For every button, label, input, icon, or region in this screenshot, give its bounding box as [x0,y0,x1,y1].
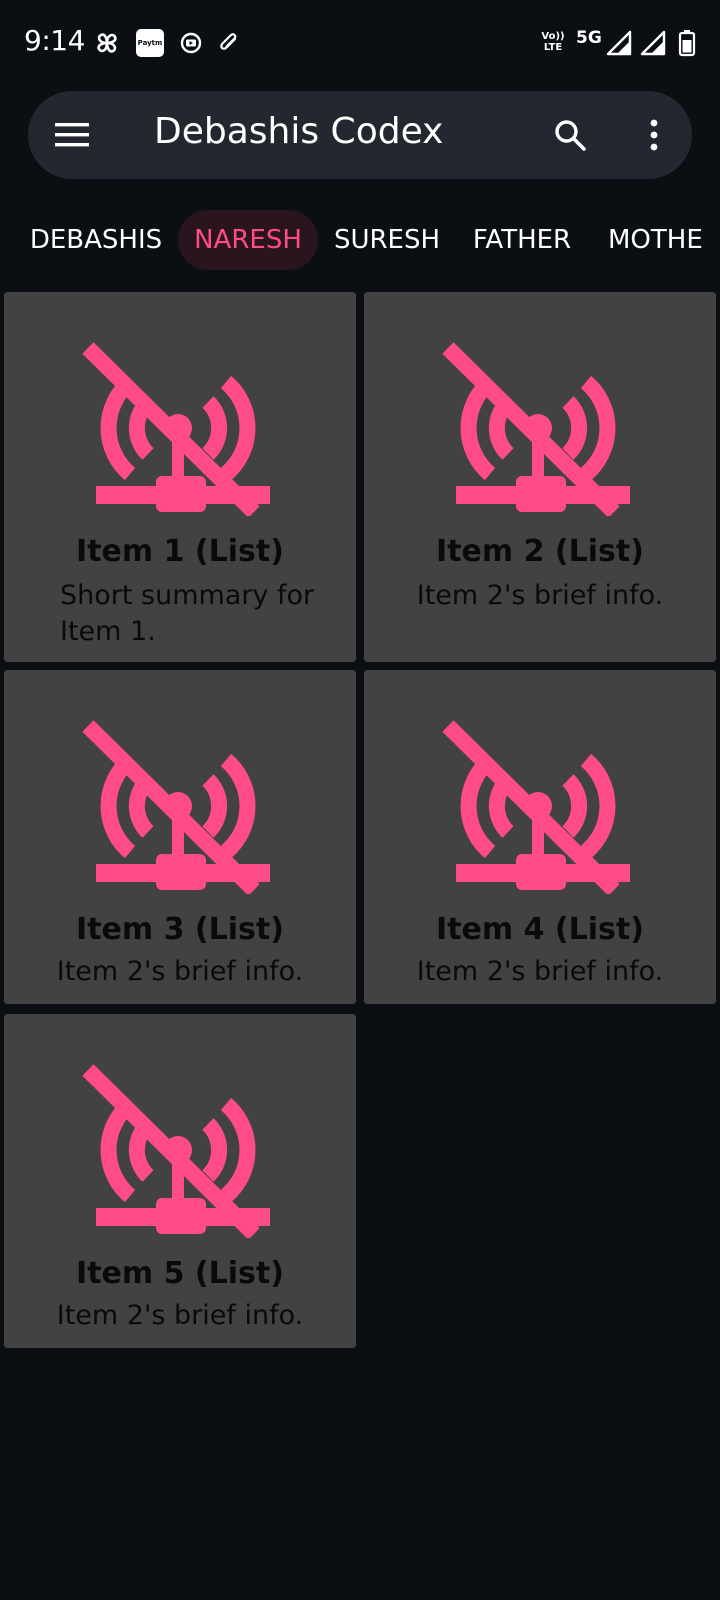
volte-top-label: Vo)) [541,31,565,42]
top-app-bar: Debashis Codex [28,91,692,179]
broken-image-icon [80,1058,280,1238]
search-button[interactable] [548,113,592,157]
grid-card-item-2[interactable]: Item 2 (List) Item 2's brief info. [364,292,716,662]
broken-image-icon [440,714,640,894]
status-bar: 9:14 Paytm Vo)) LTE 5G [0,0,720,86]
more-options-button[interactable] [632,113,676,157]
tab-mother[interactable]: MOTHE [594,210,720,270]
card-title: Item 4 (List) [436,912,644,947]
status-time: 9:14 [24,24,85,57]
tab-naresh[interactable]: NARESH [178,210,318,270]
volte-bottom-label: LTE [543,42,563,53]
volte-indicator: Vo)) LTE [540,31,566,53]
card-description: Item 2's brief info. [56,956,304,987]
paytm-label: Paytm [137,39,163,47]
grid-card-item-5[interactable]: Item 5 (List) Item 2's brief info. [4,1014,356,1348]
app-title: Debashis Codex [154,111,444,152]
attachment-icon [214,28,244,58]
card-description: Item 2's brief info. [416,580,664,611]
card-title: Item 5 (List) [76,1256,284,1291]
pinwheel-icon [92,28,122,58]
grid-card-item-1[interactable]: Item 1 (List) Short summary for Item 1. [4,292,356,662]
card-title: Item 2 (List) [436,534,644,569]
grid-card-item-3[interactable]: Item 3 (List) Item 2's brief info. [4,670,356,1004]
tab-debashis[interactable]: DEBASHIS [14,210,178,270]
signal-icon [604,28,634,58]
card-title: Item 1 (List) [76,534,284,569]
tab-bar: DEBASHIS NARESH SURESH FATHER MOTHE [0,210,720,270]
broken-image-icon [440,336,640,516]
card-description: Item 2's brief info. [56,1300,304,1331]
media-icon [176,28,206,58]
search-icon [555,120,586,151]
signal-icon-2 [638,28,668,58]
menu-icon [55,123,89,147]
card-title: Item 3 (List) [76,912,284,947]
tab-suresh[interactable]: SURESH [318,210,456,270]
card-description: Short summary for Item 1. [60,580,315,647]
broken-image-icon [80,714,280,894]
broken-image-icon [80,336,280,516]
menu-button[interactable] [52,115,92,155]
paytm-icon: Paytm [136,29,164,57]
grid-card-item-4[interactable]: Item 4 (List) Item 2's brief info. [364,670,716,1004]
network-type: 5G [576,28,602,48]
battery-icon [672,28,702,58]
card-description: Item 2's brief info. [416,956,664,987]
tab-father[interactable]: FATHER [456,210,588,270]
more-vert-icon [650,119,658,151]
